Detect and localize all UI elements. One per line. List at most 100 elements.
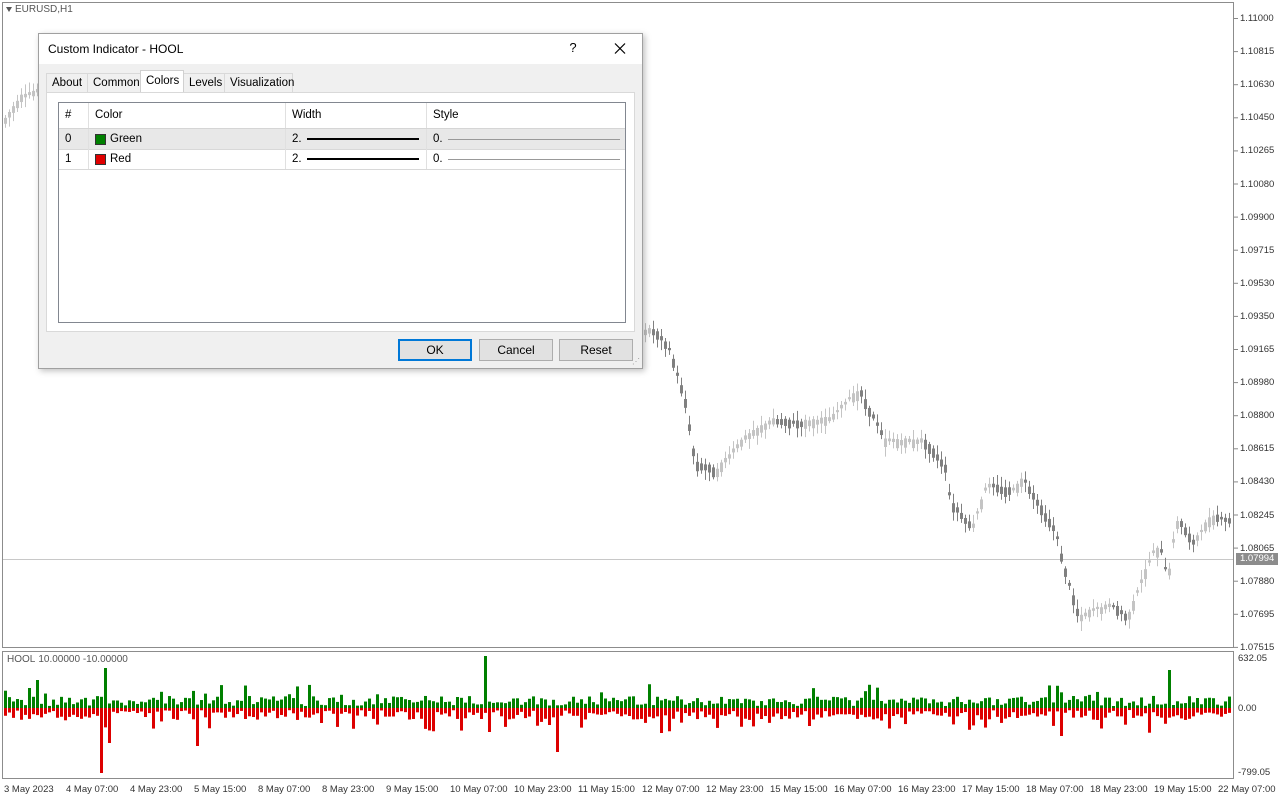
histogram-bar-down bbox=[272, 708, 275, 711]
histogram-bar-down bbox=[216, 708, 219, 713]
price-axis-label: 1.08980 bbox=[1240, 377, 1275, 389]
histogram-bar-down bbox=[1096, 708, 1099, 720]
indicator-name: HOOL bbox=[7, 654, 36, 665]
candle-body bbox=[1072, 595, 1075, 606]
tab-levels[interactable]: Levels bbox=[183, 73, 225, 92]
histogram-bar-up bbox=[756, 705, 759, 708]
histogram-bar-up bbox=[1096, 691, 1099, 708]
resize-grip-icon[interactable]: ⋰ bbox=[632, 357, 640, 366]
histogram-bar-up bbox=[68, 697, 71, 708]
close-button[interactable] bbox=[609, 39, 631, 59]
histogram-bar-down bbox=[640, 708, 643, 719]
histogram-bar-down bbox=[872, 708, 875, 720]
histogram-bar-down bbox=[968, 708, 971, 730]
histogram-bar-up bbox=[704, 705, 707, 708]
histogram-bar-down bbox=[256, 708, 259, 720]
symbol-menu-triangle-icon[interactable] bbox=[6, 7, 12, 12]
candle-body bbox=[924, 439, 927, 450]
histogram-bar-up bbox=[1004, 703, 1007, 708]
candle-body bbox=[824, 417, 827, 426]
color-swatch[interactable] bbox=[95, 153, 106, 165]
price-axis-label: 1.08245 bbox=[1240, 509, 1275, 521]
histogram-bar-down bbox=[1104, 708, 1107, 718]
tab-colors[interactable]: Colors bbox=[140, 70, 184, 92]
tab-common[interactable]: Common bbox=[87, 73, 141, 92]
histogram-bar-up bbox=[580, 699, 583, 708]
candle-body bbox=[1176, 521, 1179, 529]
histogram-bar-down bbox=[1212, 708, 1215, 714]
histogram-bar-up bbox=[152, 697, 155, 708]
histogram-bar-down bbox=[616, 708, 619, 714]
histogram-bar-down bbox=[32, 708, 35, 715]
histogram-bar-up bbox=[188, 698, 191, 708]
histogram-bar-down bbox=[956, 708, 959, 717]
histogram-bar-down bbox=[1132, 708, 1135, 718]
candle-body bbox=[1156, 547, 1159, 558]
color-cell[interactable]: Green bbox=[89, 129, 286, 149]
histogram-bar-down bbox=[1112, 708, 1115, 711]
time-axis-label: 15 May 15:00 bbox=[770, 784, 828, 795]
candle-body bbox=[756, 427, 759, 436]
histogram-bar-down bbox=[376, 708, 379, 725]
color-swatch[interactable] bbox=[95, 133, 106, 145]
reset-button[interactable]: Reset bbox=[559, 339, 633, 361]
histogram-bar-up bbox=[908, 702, 911, 708]
candle-body bbox=[840, 404, 843, 409]
histogram-bar-up bbox=[148, 699, 151, 708]
histogram-bar-down bbox=[964, 708, 967, 713]
tab-visualization[interactable]: Visualization bbox=[224, 73, 294, 92]
histogram-bar-down bbox=[312, 708, 315, 715]
column-header-style[interactable]: Style bbox=[427, 103, 625, 128]
histogram-bar-down bbox=[380, 708, 383, 711]
column-header-color[interactable]: Color bbox=[89, 103, 286, 128]
histogram-bar-up bbox=[1224, 701, 1227, 708]
histogram-bar-up bbox=[56, 704, 59, 708]
histogram-bar-down bbox=[116, 708, 119, 714]
histogram-bar-down bbox=[1028, 708, 1031, 715]
candle-body bbox=[764, 423, 767, 430]
price-axis-label: 1.08615 bbox=[1240, 443, 1275, 455]
histogram-bar-down bbox=[1008, 708, 1011, 718]
histogram-bar-up bbox=[512, 698, 515, 708]
histogram-bar-up bbox=[1068, 699, 1071, 708]
histogram-bar-up bbox=[84, 697, 87, 708]
time-axis-label: 16 May 23:00 bbox=[898, 784, 956, 795]
table-row[interactable]: 1 Red 2. 0. bbox=[59, 149, 625, 170]
help-button[interactable]: ? bbox=[563, 40, 583, 55]
histogram-bar-down bbox=[1172, 708, 1175, 717]
histogram-bar-down bbox=[656, 708, 659, 717]
cancel-button[interactable]: Cancel bbox=[479, 339, 553, 361]
color-cell[interactable]: Red bbox=[89, 149, 286, 169]
column-header-width[interactable]: Width bbox=[286, 103, 427, 128]
width-cell[interactable]: 2. bbox=[286, 129, 427, 149]
histogram-bar-down bbox=[220, 708, 223, 713]
width-cell[interactable]: 2. bbox=[286, 149, 427, 169]
histogram-bar-down bbox=[368, 708, 371, 711]
histogram-bar-up bbox=[236, 700, 239, 708]
histogram-bar-down bbox=[860, 708, 863, 715]
ok-button[interactable]: OK bbox=[398, 339, 472, 361]
style-cell[interactable]: 0. bbox=[427, 129, 625, 149]
dialog-titlebar[interactable]: Custom Indicator - HOOL ? bbox=[39, 34, 642, 64]
candle-body bbox=[704, 464, 707, 471]
histogram-bar-down bbox=[1224, 708, 1227, 714]
time-axis-label: 18 May 23:00 bbox=[1090, 784, 1148, 795]
symbol-label[interactable]: EURUSD,H1 bbox=[6, 4, 73, 15]
histogram-bar-up bbox=[564, 704, 567, 708]
histogram-bar-up bbox=[252, 704, 255, 708]
time-axis-label: 12 May 23:00 bbox=[706, 784, 764, 795]
histogram-bar-up bbox=[888, 699, 891, 708]
histogram-bar-up bbox=[240, 700, 243, 708]
style-cell[interactable]: 0. bbox=[427, 149, 625, 169]
histogram-bar-down bbox=[40, 708, 43, 718]
colors-grid[interactable]: # Color Width Style 0 Green 2. 0. 1 Red … bbox=[58, 102, 626, 323]
column-header-index[interactable]: # bbox=[59, 103, 89, 128]
histogram-bar-down bbox=[96, 708, 99, 716]
tab-about[interactable]: About bbox=[46, 73, 88, 92]
histogram-bar-up bbox=[916, 699, 919, 708]
histogram-bar-down bbox=[900, 708, 903, 718]
candle-body bbox=[864, 399, 867, 410]
histogram-bar-down bbox=[1180, 708, 1183, 719]
candle-body bbox=[1120, 610, 1123, 615]
table-row[interactable]: 0 Green 2. 0. bbox=[59, 129, 625, 150]
